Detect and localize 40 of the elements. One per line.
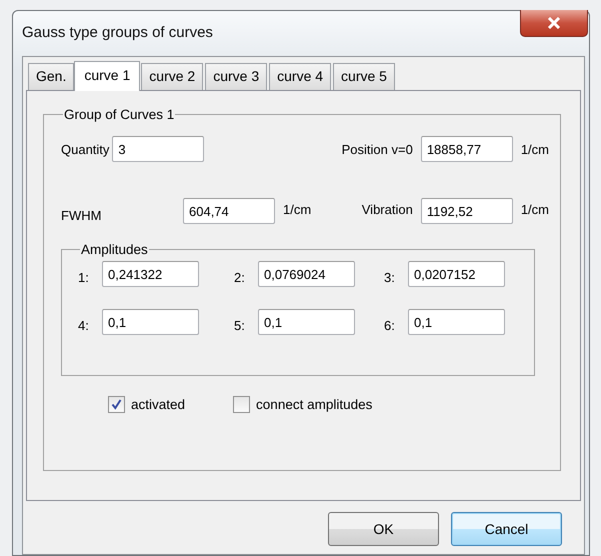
close-icon (547, 17, 561, 29)
unit-label: 1/cm (520, 202, 549, 217)
input-field[interactable]: 0,0207152 (408, 261, 505, 287)
field-label: Vibration (362, 202, 413, 217)
input-field[interactable]: 604,74 (183, 198, 275, 224)
tab[interactable]: curve 2 (141, 63, 204, 90)
input-field[interactable]: 0,1 (102, 309, 199, 335)
input-field[interactable]: 0,1 (408, 309, 505, 335)
field-label: FWHM (61, 208, 102, 223)
field-label: 4: (78, 318, 90, 332)
ok-button[interactable]: OK (328, 512, 439, 546)
field-label: 1: (78, 270, 90, 284)
window-title: Gauss type groups of curves (22, 24, 213, 41)
unit-label: 1/cm (283, 202, 312, 217)
tab[interactable]: curve 5 (333, 63, 395, 90)
tab[interactable]: Gen. (28, 63, 74, 90)
field-label: Quantity (61, 142, 110, 156)
tab[interactable]: curve 3 (205, 63, 268, 90)
field-label: 5: (234, 318, 246, 332)
input-field[interactable]: 0,1 (258, 309, 355, 335)
input-field[interactable]: 0,241322 (102, 261, 199, 287)
tab[interactable]: curve 1 (74, 61, 140, 91)
checkbox[interactable] (108, 396, 125, 413)
checkbox-label: activated (131, 397, 186, 412)
cancel-button[interactable]: Cancel (451, 512, 562, 546)
checkbox[interactable] (233, 396, 250, 413)
group-title: Group of Curves 1 (63, 107, 176, 122)
field-label: 6: (384, 318, 396, 332)
field-label: 2: (234, 270, 246, 284)
input-field[interactable]: 1192,52 (420, 198, 513, 224)
unit-label: 1/cm (520, 142, 549, 156)
checkbox-label: connect amplitudes (256, 397, 372, 412)
input-field[interactable]: 3 (112, 136, 204, 162)
group-title: Amplitudes (80, 242, 149, 257)
field-label: 3: (384, 270, 396, 284)
field-label: Position v=0 (342, 142, 413, 156)
input-field[interactable]: 0,0769024 (258, 261, 355, 287)
tab[interactable]: curve 4 (269, 63, 332, 90)
close-button[interactable] (520, 10, 588, 37)
input-field[interactable]: 18858,77 (420, 136, 513, 162)
